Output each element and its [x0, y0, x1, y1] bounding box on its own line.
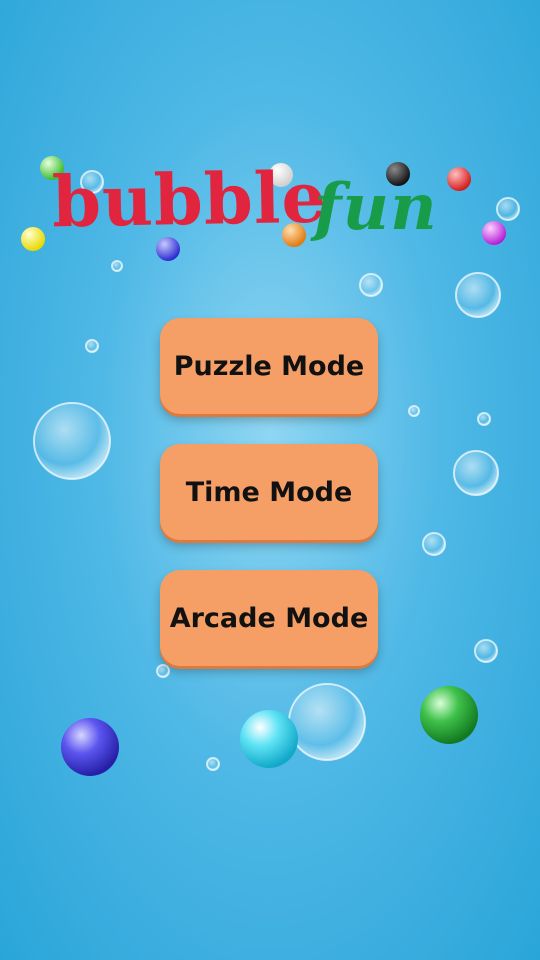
clear-bubble	[288, 683, 366, 761]
clear-bubble	[156, 664, 170, 678]
blue-ball	[61, 718, 119, 776]
clear-bubble	[455, 272, 501, 318]
clear-bubble	[359, 273, 383, 297]
clear-bubble	[206, 757, 220, 771]
cyan-ball	[240, 710, 298, 768]
clear-bubble	[111, 260, 123, 272]
clear-bubble	[496, 197, 520, 221]
clear-bubble	[477, 412, 491, 426]
clear-bubble	[85, 339, 99, 353]
red-ball	[447, 167, 471, 191]
time-mode-button[interactable]: Time Mode	[160, 444, 378, 540]
green-ball	[420, 686, 478, 744]
clear-bubble	[453, 450, 499, 496]
clear-bubble	[33, 402, 111, 480]
yellow-ball	[21, 227, 45, 251]
logo-word-bubble: bubble	[51, 155, 328, 244]
purple-ball	[482, 221, 506, 245]
clear-bubble	[422, 532, 446, 556]
puzzle-mode-button[interactable]: Puzzle Mode	[160, 318, 378, 414]
logo-word-fun: fun	[314, 170, 438, 245]
arcade-mode-button[interactable]: Arcade Mode	[160, 570, 378, 666]
clear-bubble	[408, 405, 420, 417]
clear-bubble	[474, 639, 498, 663]
